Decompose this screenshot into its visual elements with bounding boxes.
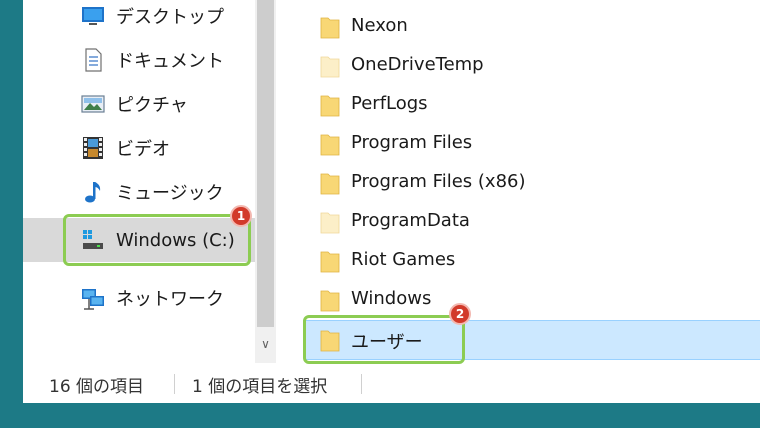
nav-item-label: ドキュメント (116, 51, 224, 72)
nav-item-desktop[interactable]: デスクトップ (23, 0, 255, 36)
file-name: Program Files (x86) (351, 171, 526, 192)
file-row-windows[interactable]: Windows (276, 281, 760, 317)
status-divider (174, 374, 175, 394)
file-row-program-files-x86[interactable]: Program Files (x86) (276, 164, 760, 200)
status-divider (361, 374, 362, 394)
file-name: Riot Games (351, 249, 456, 270)
folder-icon (320, 56, 340, 78)
file-name: Nexon (351, 15, 408, 36)
folder-icon (320, 251, 340, 273)
file-row-nexon[interactable]: Nexon (276, 8, 760, 44)
step-marker-2: 2 (449, 303, 471, 325)
navigation-scrollbar[interactable]: ∨ (255, 0, 276, 363)
nav-item-videos[interactable]: ビデオ (23, 128, 255, 168)
nav-item-pictures[interactable]: ピクチャ (23, 84, 255, 124)
file-row-riot-games[interactable]: Riot Games (276, 242, 760, 278)
users-folder-highlight-box (303, 315, 465, 364)
file-name: Program Files (351, 132, 473, 153)
folder-icon (320, 212, 340, 234)
file-name: OneDriveTemp (351, 54, 484, 75)
navigation-pane: デスクトップ ドキュメント ピクチャ ビデオ ミュージック Windows (C… (23, 0, 255, 363)
selected-count-text: 1 個の項目を選択 (192, 377, 328, 397)
file-name: Windows (351, 288, 432, 309)
file-row-perflogs[interactable]: PerfLogs (276, 86, 760, 122)
item-count-text: 16 個の項目 (49, 377, 145, 397)
status-bar: 16 個の項目 1 個の項目を選択 (23, 363, 760, 403)
desktop-icon (82, 7, 104, 25)
file-row-program-files[interactable]: Program Files (276, 125, 760, 161)
folder-icon (320, 134, 340, 156)
documents-icon (85, 48, 102, 72)
nav-item-label: デスクトップ (116, 7, 224, 28)
folder-icon (320, 173, 340, 195)
nav-item-label: ピクチャ (116, 95, 188, 116)
file-row-onedrivetemp[interactable]: OneDriveTemp (276, 47, 760, 83)
network-icon (82, 289, 104, 310)
folder-icon (320, 95, 340, 117)
file-name: ProgramData (351, 210, 470, 231)
file-name: PerfLogs (351, 93, 428, 114)
music-icon (85, 182, 101, 203)
file-list: Nexon OneDriveTemp PerfLogs Program File… (276, 0, 760, 363)
nav-item-documents[interactable]: ドキュメント (23, 40, 255, 80)
folder-icon (320, 290, 340, 312)
nav-item-music[interactable]: ミュージック (23, 172, 255, 212)
nav-item-network[interactable]: ネットワーク (23, 278, 255, 318)
file-row-programdata[interactable]: ProgramData (276, 203, 760, 239)
videos-icon (83, 137, 103, 159)
drive-highlight-box (63, 214, 251, 266)
scroll-down-icon[interactable]: ∨ (255, 332, 276, 356)
nav-item-label: ネットワーク (116, 289, 224, 310)
nav-item-label: ビデオ (116, 139, 170, 160)
folder-icon (320, 17, 340, 39)
scrollbar-thumb[interactable] (257, 0, 274, 327)
nav-item-label: ミュージック (116, 183, 224, 204)
pictures-icon (81, 95, 105, 113)
step-marker-1: 1 (230, 205, 252, 227)
